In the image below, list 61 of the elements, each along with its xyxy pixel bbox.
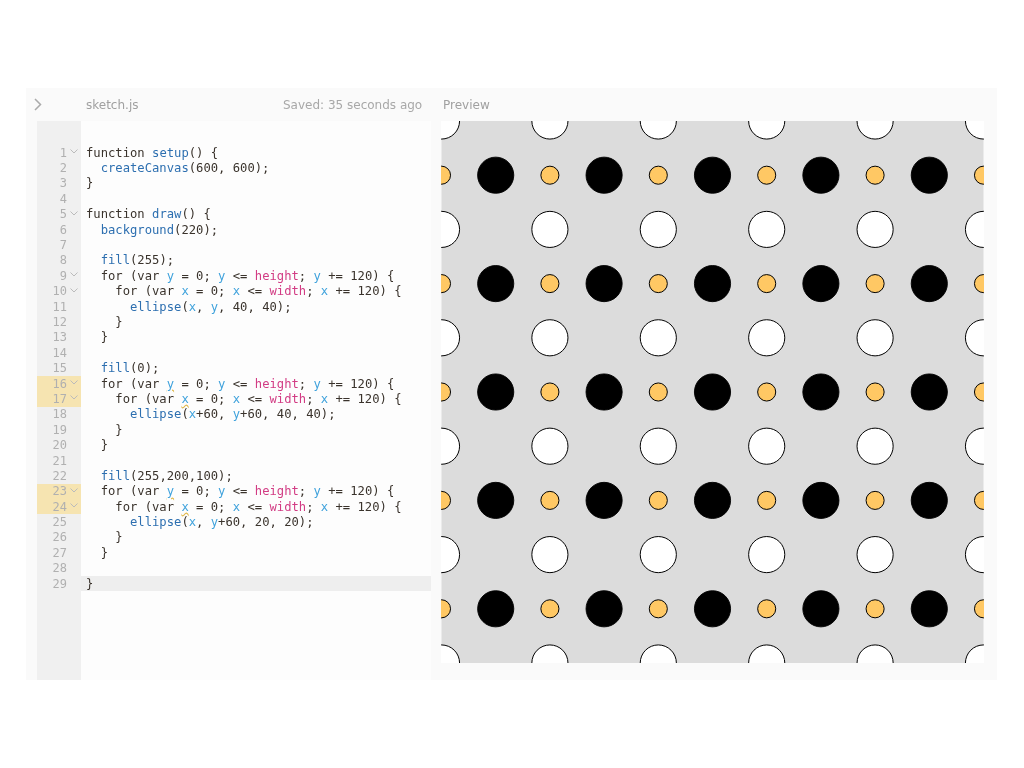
fold-caret-icon[interactable]	[70, 210, 78, 216]
code-line: }	[99, 329, 109, 346]
line-number: 26	[51, 529, 68, 546]
code-line: fill(255);	[99, 252, 176, 269]
preview-label: Preview	[443, 97, 491, 112]
code-line: }	[114, 314, 124, 330]
line-number: 29	[51, 575, 68, 592]
code-line: for (var x = 0; x <= width; x += 120) {	[114, 499, 403, 515]
line-number: 11	[51, 298, 68, 315]
code-line: ellipse(x+60, y+60, 40, 40);	[129, 406, 337, 423]
code-line: createCanvas(600, 600);	[99, 160, 271, 176]
code-line: for (var x = 0; x <= width; x += 120) {	[114, 391, 403, 407]
fold-caret-icon[interactable]	[70, 149, 78, 154]
fold-caret-icon[interactable]	[70, 287, 78, 293]
line-number: 14	[51, 345, 68, 361]
fold-caret-icon[interactable]	[70, 395, 78, 401]
line-number: 1	[37, 145, 81, 161]
line-number: 7	[58, 237, 68, 253]
line-number: 15	[51, 360, 68, 376]
line-number: 3	[58, 175, 68, 192]
code-line: fill(0);	[99, 360, 161, 376]
code-line: }	[114, 529, 124, 546]
line-number: 28	[51, 560, 68, 576]
line-number: 12	[51, 314, 68, 330]
code-line: for (var x = 0; x <= width; x += 120) {	[114, 283, 403, 299]
line-number: 9	[37, 268, 81, 284]
line-number: 27	[51, 545, 68, 561]
code-line: fill(255,200,100);	[99, 468, 234, 484]
line-number: 10	[37, 283, 81, 299]
code-line: for (var y = 0; y <= height; y += 120) {	[99, 483, 396, 499]
line-number: 20	[51, 437, 68, 453]
code-line: function setup() {	[85, 145, 220, 161]
code-line: background(220);	[99, 221, 220, 238]
chevron-right-icon	[34, 98, 42, 111]
line-number: 8	[58, 252, 68, 269]
line-number: 6	[58, 221, 68, 238]
line-number: 22	[51, 468, 68, 484]
code-line: for (var y = 0; y <= height; y += 120) {	[99, 375, 396, 392]
line-number: 18	[51, 406, 68, 423]
line-number: 5	[37, 206, 81, 222]
line-number: 13	[51, 329, 68, 346]
code-line: function draw() {	[85, 206, 212, 222]
save-status: Saved: 35 seconds ago	[283, 97, 424, 112]
line-number: 2	[58, 160, 68, 176]
file-name: sketch.js	[86, 97, 139, 112]
line-number: 19	[51, 422, 68, 438]
line-number: 21	[51, 452, 68, 469]
code-line: for (var y = 0; y <= height; y += 120) {	[99, 268, 396, 284]
fold-caret-icon[interactable]	[70, 272, 78, 278]
code-line: }	[114, 422, 124, 438]
fold-caret-icon[interactable]	[70, 379, 78, 385]
fold-caret-icon[interactable]	[70, 503, 78, 508]
code-line: }	[99, 437, 109, 453]
code-line: ellipse(x, y+60, 20, 20);	[129, 514, 315, 530]
line-number: 25	[51, 514, 68, 530]
line-number: 4	[58, 191, 68, 207]
code-line: ellipse(x, y, 40, 40);	[129, 298, 293, 315]
code-line: }	[85, 175, 95, 192]
fold-caret-icon[interactable]	[70, 487, 78, 493]
code-line: }	[99, 545, 109, 561]
line-number: 17	[37, 391, 81, 407]
